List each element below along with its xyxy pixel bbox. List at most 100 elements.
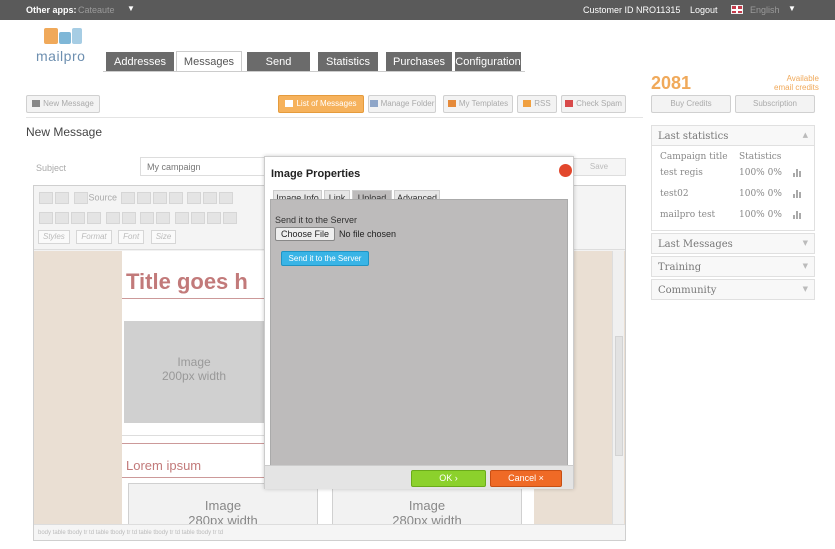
image-size-label: 280px width	[188, 513, 258, 524]
format-select[interactable]: Format	[76, 230, 112, 244]
tab-send[interactable]: Send	[247, 52, 310, 72]
editor-scrollbar[interactable]	[612, 251, 624, 524]
training-label: Training	[658, 262, 702, 273]
check-spam-label: Check Spam	[576, 99, 622, 108]
undo-icon[interactable]	[187, 192, 202, 204]
template-subtitle[interactable]: Lorem ipsum	[126, 458, 201, 473]
size-select[interactable]: Size	[150, 230, 177, 244]
list-messages-label: List of Messages	[296, 99, 357, 108]
indent-icon[interactable]	[190, 212, 205, 224]
underline-icon[interactable]	[71, 212, 85, 224]
other-apps-select[interactable]: Cateaute	[78, 5, 115, 15]
send-to-server-button[interactable]: Send it to the Server	[281, 251, 369, 266]
logo-text: mailpro	[36, 48, 86, 64]
close-icon[interactable]	[559, 164, 572, 177]
last-statistics-panel: Campaign title Statistics test regis 100…	[651, 146, 815, 231]
file-status: No file chosen	[339, 229, 397, 239]
chevron-down-icon[interactable]: ▼	[803, 239, 808, 247]
tab-configuration[interactable]: Configuration	[455, 52, 521, 72]
last-statistics-label: Last statistics	[658, 131, 729, 142]
language-select[interactable]: English	[750, 5, 780, 15]
campaign-name[interactable]: test regis	[660, 168, 703, 178]
tab-addresses[interactable]: Addresses	[106, 52, 174, 72]
rss-icon	[523, 100, 532, 107]
list-messages-button[interactable]: List of Messages	[278, 95, 364, 113]
tab-messages[interactable]: Messages	[176, 51, 242, 72]
subscript-icon[interactable]	[105, 212, 120, 224]
campaign-stats: 100% 0%	[739, 189, 782, 199]
scrollbar-thumb[interactable]	[615, 336, 623, 456]
find-icon[interactable]	[219, 192, 234, 204]
bullet-list-icon[interactable]	[156, 212, 171, 224]
campaign-title-header: Campaign title	[660, 152, 728, 162]
strike-icon[interactable]	[87, 212, 101, 224]
print-icon[interactable]	[168, 192, 183, 204]
image-placeholder[interactable]: Image 200px width	[124, 321, 264, 423]
spam-icon	[565, 100, 574, 107]
community-header[interactable]: Community ▼	[651, 279, 815, 300]
subscription-button[interactable]: Subscription	[735, 95, 815, 113]
image-placeholder[interactable]: Image 280px width	[128, 483, 318, 524]
ok-button[interactable]: OK ›	[411, 470, 486, 487]
image-placeholder[interactable]: Image 280px width	[332, 483, 522, 524]
manage-folder-button[interactable]: Manage Folder	[368, 95, 436, 113]
image-size-label: 280px width	[392, 513, 462, 524]
font-select[interactable]: Font	[118, 230, 145, 244]
buy-credits-button[interactable]: Buy Credits	[651, 95, 731, 113]
image-properties-dialog: Image Properties Image Info Link Upload …	[264, 156, 574, 489]
cancel-button[interactable]: Cancel ×	[490, 470, 562, 487]
styles-select[interactable]: Styles	[38, 230, 70, 244]
template-icon	[447, 100, 456, 107]
source-label[interactable]: Source	[89, 192, 118, 202]
tab-statistics[interactable]: Statistics	[318, 52, 378, 72]
divider	[26, 117, 643, 118]
rss-button[interactable]: RSS	[517, 95, 557, 113]
chevron-down-icon[interactable]: ▼	[803, 285, 808, 293]
chart-icon[interactable]	[793, 211, 801, 219]
chevron-down-icon[interactable]: ▼	[788, 4, 796, 13]
my-templates-button[interactable]: My Templates	[443, 95, 513, 113]
template-title[interactable]: Title goes h	[126, 269, 248, 295]
arrow-right-icon: ›	[454, 473, 458, 483]
paste-icon[interactable]	[120, 192, 135, 204]
editor-toolbar-row: Styles Format Font Size	[38, 230, 180, 248]
chevron-down-icon[interactable]: ▼	[127, 4, 135, 13]
redo-icon[interactable]	[55, 192, 69, 204]
logout-link[interactable]: Logout	[690, 5, 718, 15]
new-message-label: New Message	[43, 99, 94, 108]
logo-shape	[44, 28, 58, 44]
check-spam-button[interactable]: Check Spam	[561, 95, 626, 113]
chart-icon[interactable]	[793, 190, 801, 198]
redo-icon[interactable]	[203, 192, 218, 204]
campaign-name[interactable]: mailpro test	[660, 210, 715, 220]
tab-purchases[interactable]: Purchases	[386, 52, 452, 72]
chart-icon[interactable]	[793, 169, 801, 177]
source-icon[interactable]	[73, 192, 88, 204]
outdent-icon[interactable]	[174, 212, 189, 224]
align-left-icon[interactable]	[222, 212, 237, 224]
send-to-server-label: Send it to the Server	[275, 215, 358, 225]
mailpro-logo[interactable]: mailpro	[36, 28, 86, 68]
community-label: Community	[658, 285, 717, 296]
new-message-button[interactable]: New Message	[26, 95, 100, 113]
chevron-up-icon[interactable]: ▲	[803, 131, 808, 139]
choose-file-button[interactable]: Choose File	[275, 227, 335, 241]
campaign-stats: 100% 0%	[739, 210, 782, 220]
subject-input[interactable]: My campaign	[140, 157, 270, 176]
logo-shape	[72, 28, 82, 44]
paste-word-icon[interactable]	[152, 192, 167, 204]
campaign-name[interactable]: test02	[660, 189, 689, 199]
training-header[interactable]: Training ▼	[651, 256, 815, 277]
last-statistics-header[interactable]: Last statistics ▲	[651, 125, 815, 146]
chevron-down-icon[interactable]: ▼	[803, 262, 808, 270]
numbered-list-icon[interactable]	[140, 212, 155, 224]
quote-icon[interactable]	[206, 212, 221, 224]
last-messages-header[interactable]: Last Messages ▼	[651, 233, 815, 254]
save-button[interactable]: Save	[572, 158, 626, 176]
superscript-icon[interactable]	[121, 212, 136, 224]
bold-icon[interactable]	[39, 212, 53, 224]
paste-text-icon[interactable]	[136, 192, 151, 204]
italic-icon[interactable]	[55, 212, 69, 224]
editor-toolbar-row	[38, 210, 238, 228]
undo-icon[interactable]	[39, 192, 53, 204]
